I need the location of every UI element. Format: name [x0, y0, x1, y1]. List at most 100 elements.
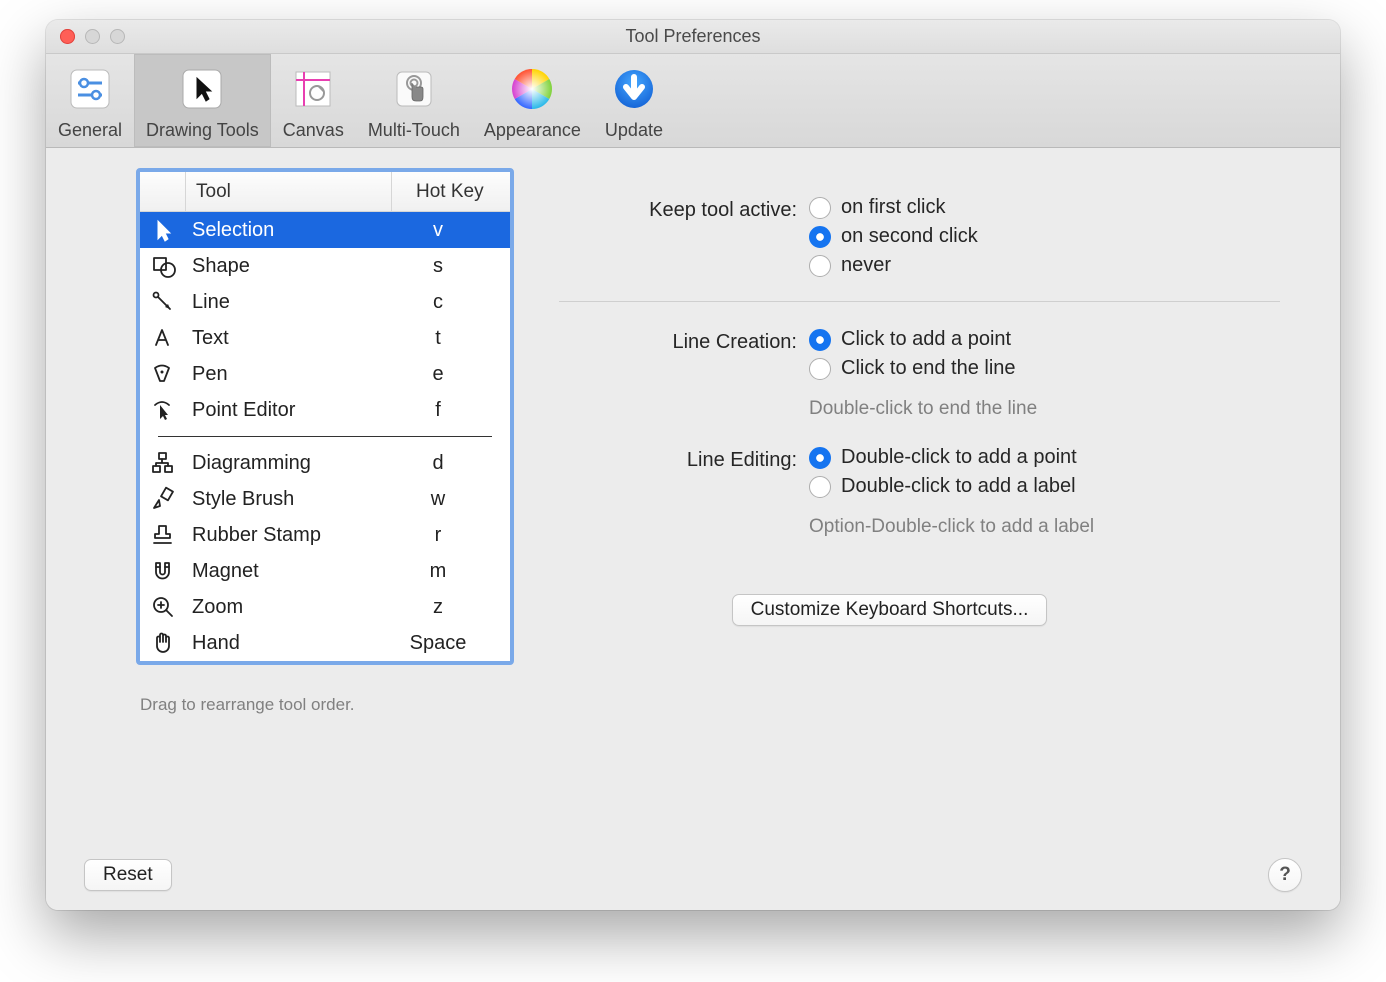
column-tool[interactable]: Tool — [186, 172, 392, 211]
radio-label: Double-click to add a label — [841, 475, 1076, 498]
tool-hotkey: w — [392, 488, 510, 511]
keep-active-option[interactable]: on first click — [809, 196, 978, 219]
tool-hotkey: f — [392, 399, 510, 422]
tool-name: Line — [186, 291, 392, 314]
tab-drawing-tools[interactable]: Drawing Tools — [134, 54, 271, 147]
tab-multi-touch[interactable]: Multi-Touch — [356, 54, 472, 147]
tool-hotkey: e — [392, 363, 510, 386]
minimize-button[interactable] — [85, 29, 100, 44]
preferences-toolbar: General Drawing Tools Can — [46, 54, 1340, 148]
tab-label: Multi-Touch — [368, 120, 460, 141]
radio-button[interactable] — [809, 447, 831, 469]
touch-icon — [387, 62, 441, 116]
zoom-icon — [140, 594, 186, 620]
pen-icon — [140, 361, 186, 387]
tool-row-point-editor[interactable]: Point Editorf — [140, 392, 510, 428]
keep-active-option[interactable]: on second click — [809, 225, 978, 248]
cursor-icon — [140, 217, 186, 243]
tool-list[interactable]: Tool Hot Key SelectionvShapesLinecTexttP… — [136, 168, 514, 665]
point-editor-icon — [140, 397, 186, 423]
tool-row-zoom[interactable]: Zoomz — [140, 589, 510, 625]
help-button[interactable]: ? — [1268, 858, 1302, 892]
tab-update[interactable]: Update — [593, 54, 675, 147]
zoom-button[interactable] — [110, 29, 125, 44]
line-editing-group: Line Editing: Double-click to add a poin… — [559, 446, 1280, 538]
radio-button[interactable] — [809, 358, 831, 380]
tool-list-panel: Tool Hot Key SelectionvShapesLinecTexttP… — [136, 168, 514, 910]
radio-label: on first click — [841, 196, 945, 219]
tool-name: Pen — [186, 363, 392, 386]
keep-tool-active-label: Keep tool active: — [559, 196, 809, 277]
tool-name: Magnet — [186, 560, 392, 583]
line-creation-label: Line Creation: — [559, 328, 809, 420]
tool-row-magnet[interactable]: Magnetm — [140, 553, 510, 589]
tool-row-diagramming[interactable]: Diagrammingd — [140, 445, 510, 481]
tool-name: Selection — [186, 219, 392, 242]
line-editing-option[interactable]: Double-click to add a point — [809, 446, 1094, 469]
radio-label: Click to end the line — [841, 357, 1016, 380]
tool-hotkey: c — [392, 291, 510, 314]
close-button[interactable] — [60, 29, 75, 44]
tool-name: Text — [186, 327, 392, 350]
section-divider — [559, 301, 1280, 302]
tab-label: General — [58, 120, 122, 141]
tool-name: Point Editor — [186, 399, 392, 422]
radio-label: never — [841, 254, 891, 277]
content-area: Tool Hot Key SelectionvShapesLinecTexttP… — [46, 148, 1340, 910]
column-hotkey[interactable]: Hot Key — [392, 172, 510, 211]
settings-panel: Keep tool active: on first click on secon… — [559, 168, 1320, 910]
keep-tool-active-group: Keep tool active: on first click on secon… — [559, 196, 1280, 277]
line-creation-option[interactable]: Click to end the line — [809, 357, 1037, 380]
tab-canvas[interactable]: Canvas — [271, 54, 356, 147]
brush-icon — [140, 486, 186, 512]
tool-name: Rubber Stamp — [186, 524, 392, 547]
radio-button[interactable] — [809, 255, 831, 277]
tool-hotkey: r — [392, 524, 510, 547]
tool-row-shape[interactable]: Shapes — [140, 248, 510, 284]
tool-row-text[interactable]: Textt — [140, 320, 510, 356]
color-wheel-icon — [505, 62, 559, 116]
tool-hotkey: t — [392, 327, 510, 350]
reset-button[interactable]: Reset — [84, 859, 172, 891]
titlebar: Tool Preferences — [46, 20, 1340, 54]
diagram-icon — [140, 450, 186, 476]
magnet-icon — [140, 558, 186, 584]
radio-button[interactable] — [809, 329, 831, 351]
tool-row-rubber-stamp[interactable]: Rubber Stampr — [140, 517, 510, 553]
tool-hotkey: m — [392, 560, 510, 583]
tab-label: Canvas — [283, 120, 344, 141]
reorder-hint: Drag to rearrange tool order. — [140, 695, 514, 715]
tool-list-separator — [158, 436, 492, 437]
tool-hotkey: s — [392, 255, 510, 278]
footer: Reset ? — [46, 858, 1340, 892]
tab-appearance[interactable]: Appearance — [472, 54, 593, 147]
line-editing-option[interactable]: Double-click to add a label — [809, 475, 1094, 498]
tool-hotkey: d — [392, 452, 510, 475]
radio-button[interactable] — [809, 197, 831, 219]
tool-name: Style Brush — [186, 488, 392, 511]
line-editing-label: Line Editing: — [559, 446, 809, 538]
canvas-icon — [286, 62, 340, 116]
tool-row-selection[interactable]: Selectionv — [140, 212, 510, 248]
tool-hotkey: v — [392, 219, 510, 242]
tool-hotkey: z — [392, 596, 510, 619]
tool-row-line[interactable]: Linec — [140, 284, 510, 320]
tool-row-pen[interactable]: Pene — [140, 356, 510, 392]
tool-row-hand[interactable]: HandSpace — [140, 625, 510, 661]
tool-row-style-brush[interactable]: Style Brushw — [140, 481, 510, 517]
window-title: Tool Preferences — [625, 26, 760, 47]
tab-general[interactable]: General — [46, 54, 134, 147]
hand-icon — [140, 630, 186, 656]
radio-label: on second click — [841, 225, 978, 248]
line-editing-note: Option-Double-click to add a label — [809, 516, 1094, 538]
tool-name: Hand — [186, 632, 392, 655]
radio-button[interactable] — [809, 476, 831, 498]
keep-active-option[interactable]: never — [809, 254, 978, 277]
line-creation-option[interactable]: Click to add a point — [809, 328, 1037, 351]
customize-shortcuts-button[interactable]: Customize Keyboard Shortcuts... — [732, 594, 1048, 626]
radio-button[interactable] — [809, 226, 831, 248]
radio-label: Click to add a point — [841, 328, 1011, 351]
column-icon[interactable] — [140, 172, 186, 211]
line-creation-group: Line Creation: Click to add a point Click… — [559, 328, 1280, 420]
tool-name: Shape — [186, 255, 392, 278]
